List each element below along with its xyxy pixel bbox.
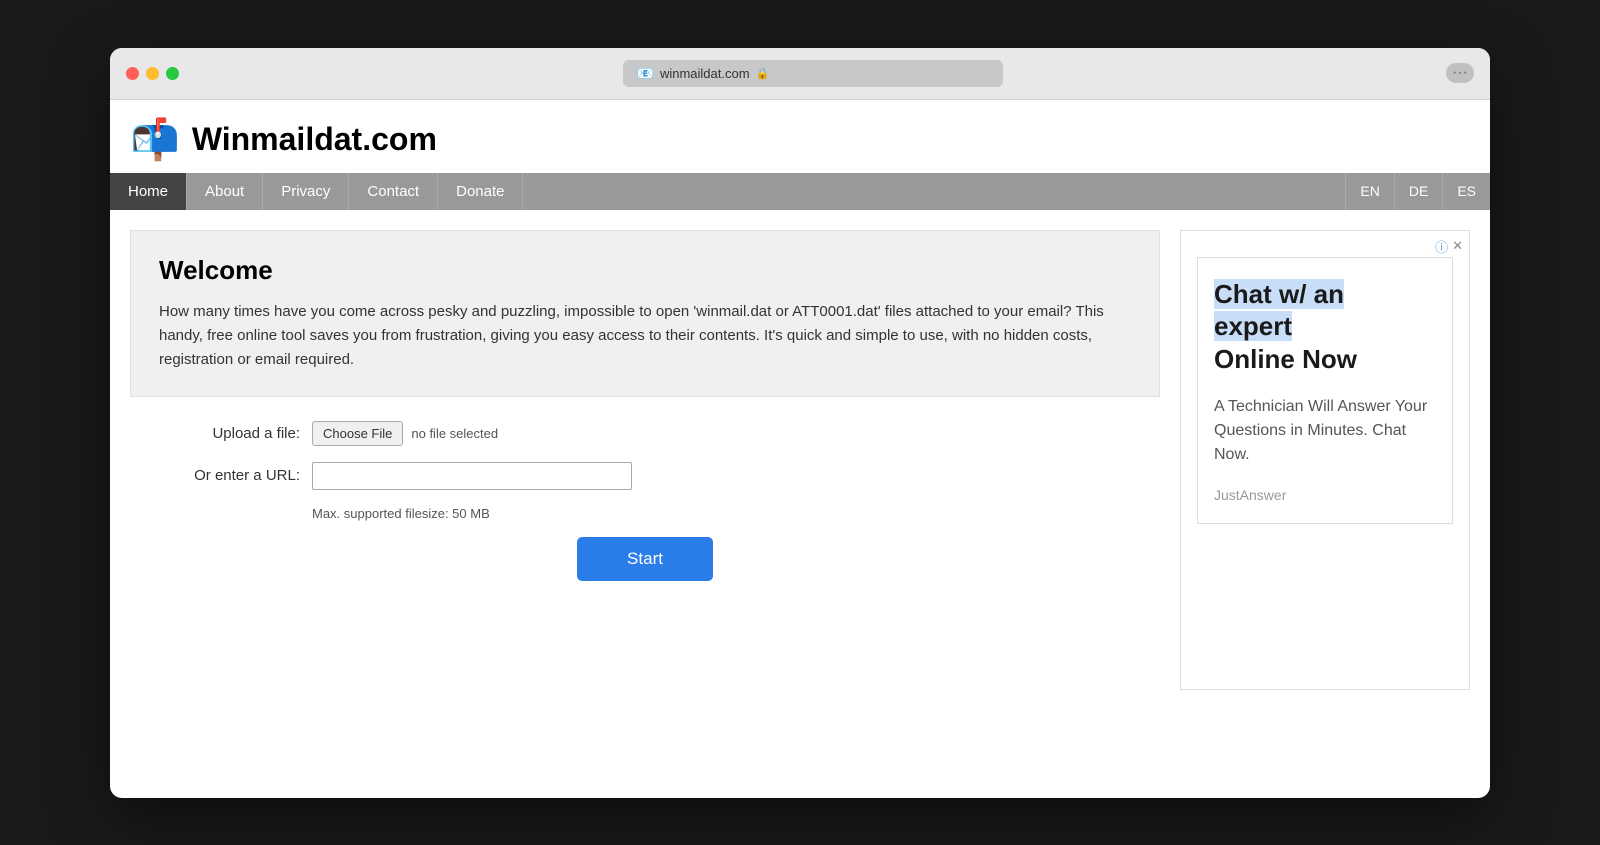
- nav-bar: Home About Privacy Contact Donate EN DE …: [110, 173, 1490, 210]
- ad-container: ⓘ ✕ Chat w/ anexpert Online Now A Techni…: [1180, 230, 1470, 690]
- site-favicon-icon: 📧: [637, 65, 654, 82]
- ad-inner: Chat w/ anexpert Online Now A Technician…: [1197, 257, 1453, 525]
- nav-lang: EN DE ES: [1345, 173, 1490, 210]
- nav-item-privacy[interactable]: Privacy: [263, 173, 349, 210]
- nav-lang-es[interactable]: ES: [1442, 173, 1490, 210]
- lock-icon: 🔒: [756, 67, 770, 80]
- url-label: Or enter a URL:: [140, 467, 300, 484]
- traffic-lights: [126, 67, 179, 80]
- address-bar: 📧 winmaildat.com 🔒: [191, 60, 1434, 87]
- url-row: Or enter a URL:: [140, 462, 1150, 490]
- site-header: 📬 Winmaildat.com: [110, 100, 1490, 163]
- upload-label: Upload a file:: [140, 425, 300, 442]
- file-input-area: Choose File no file selected: [312, 421, 498, 446]
- ad-headline: Chat w/ anexpert Online Now: [1214, 278, 1436, 376]
- browser-window: 📧 winmaildat.com 🔒 ··· 📬 Winmaildat.com …: [110, 48, 1490, 798]
- welcome-title: Welcome: [159, 255, 1131, 286]
- ad-headline-part3: Online Now: [1214, 344, 1357, 374]
- ad-brand: JustAnswer: [1214, 487, 1436, 503]
- ad-close-icon[interactable]: ✕: [1452, 238, 1463, 254]
- start-btn-row: Start: [140, 537, 1150, 581]
- nav-item-about[interactable]: About: [187, 173, 263, 210]
- address-text: winmaildat.com: [660, 66, 750, 81]
- browser-chrome: 📧 winmaildat.com 🔒 ···: [110, 48, 1490, 100]
- more-options-button[interactable]: ···: [1446, 63, 1474, 83]
- address-bar-inner[interactable]: 📧 winmaildat.com 🔒: [623, 60, 1003, 87]
- max-filesize-text: Max. supported filesize: 50 MB: [312, 506, 1150, 521]
- welcome-text: How many times have you come across pesk…: [159, 300, 1131, 372]
- form-section: Upload a file: Choose File no file selec…: [130, 421, 1160, 581]
- no-file-text: no file selected: [411, 426, 498, 441]
- ad-info-icon[interactable]: ⓘ: [1435, 237, 1448, 256]
- main-right: ⓘ ✕ Chat w/ anexpert Online Now A Techni…: [1180, 230, 1470, 690]
- site-title: Winmaildat.com: [192, 121, 437, 158]
- page-content: 📬 Winmaildat.com Home About Privacy Cont…: [110, 100, 1490, 710]
- minimize-traffic-light[interactable]: [146, 67, 159, 80]
- upload-row: Upload a file: Choose File no file selec…: [140, 421, 1150, 446]
- maximize-traffic-light[interactable]: [166, 67, 179, 80]
- main-area: Welcome How many times have you come acr…: [110, 210, 1490, 710]
- ad-headline-highlight: Chat w/ anexpert: [1214, 279, 1344, 342]
- nav-lang-de[interactable]: DE: [1394, 173, 1442, 210]
- choose-file-button[interactable]: Choose File: [312, 421, 403, 446]
- main-left: Welcome How many times have you come acr…: [130, 230, 1160, 690]
- nav-item-donate[interactable]: Donate: [438, 173, 523, 210]
- nav-lang-en[interactable]: EN: [1345, 173, 1393, 210]
- welcome-box: Welcome How many times have you come acr…: [130, 230, 1160, 397]
- url-input[interactable]: [312, 462, 632, 490]
- start-button[interactable]: Start: [577, 537, 713, 581]
- nav-items: Home About Privacy Contact Donate: [110, 173, 1345, 210]
- close-traffic-light[interactable]: [126, 67, 139, 80]
- nav-item-home[interactable]: Home: [110, 173, 187, 210]
- ad-subtext: A Technician Will Answer Your Questions …: [1214, 395, 1436, 467]
- ad-controls: ⓘ ✕: [1435, 237, 1463, 256]
- nav-item-contact[interactable]: Contact: [349, 173, 438, 210]
- site-logo-icon: 📬: [130, 116, 180, 163]
